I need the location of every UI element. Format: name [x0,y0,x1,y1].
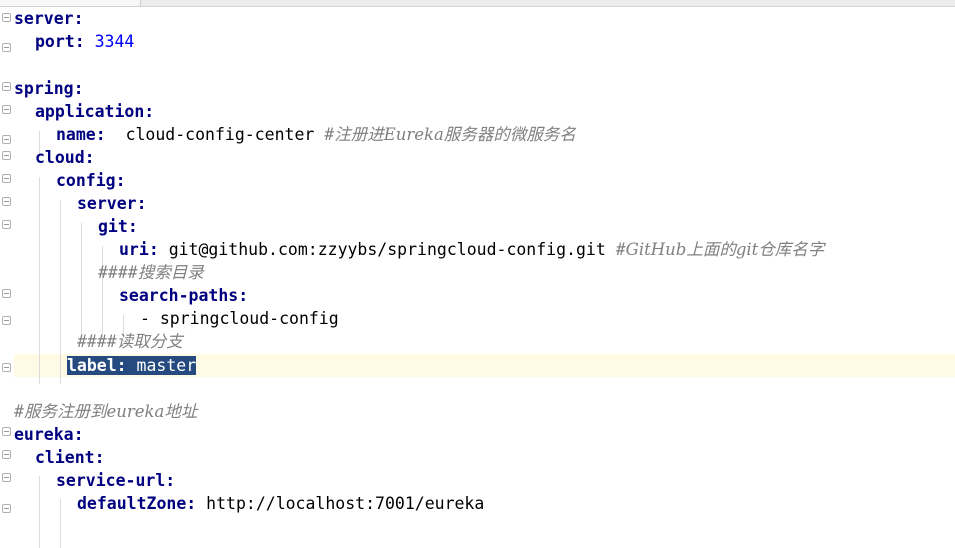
code-line[interactable]: service-url: [14,469,175,492]
comment-mark: # [605,240,626,259]
code-line[interactable]: #服务注册到eureka地址 [14,400,197,423]
fold-icon[interactable] [2,289,11,298]
yaml-colon: : [136,194,147,213]
yaml-value: cloud-config-center [125,125,315,144]
fold-icon[interactable] [2,450,11,459]
yaml-comment: 读取分支 [116,332,183,351]
yaml-colon: : [73,79,84,98]
yaml-key: eureka [14,425,74,444]
yaml-colon: : [115,171,126,190]
editor-tab-strip [0,0,955,7]
yaml-colon: : [186,494,207,513]
code-line[interactable]: ####读取分支 [14,330,183,353]
yaml-key: application [35,102,145,121]
code-line[interactable]: client: [14,446,105,469]
yaml-colon: : [116,356,137,375]
yaml-colon: : [165,471,176,490]
fold-icon[interactable] [2,363,11,372]
fold-icon[interactable] [2,13,11,22]
code-editor[interactable]: server: port: 3344 spring: application: … [14,7,955,548]
fold-icon[interactable] [2,427,11,436]
editor-tab[interactable] [0,0,141,7]
comment-mark: #### [98,263,138,282]
fold-icon[interactable] [2,197,11,206]
fold-icon[interactable] [2,151,11,160]
yaml-colon: : [127,217,138,236]
yaml-colon: : [238,286,249,305]
yaml-colon: : [73,425,84,444]
code-line[interactable]: search-paths: [14,284,248,307]
code-line[interactable]: git: [14,215,138,238]
yaml-key: defaultZone [77,494,187,513]
yaml-value: master [136,356,197,375]
yaml-colon: : [94,448,105,467]
yaml-key: service-url [56,471,166,490]
yaml-key: server [77,194,137,213]
yaml-number-value: 3344 [94,32,135,51]
yaml-key: spring [14,79,74,98]
code-line[interactable]: name: cloud-config-center #注册进Eureka服务器的… [14,123,576,146]
code-line[interactable]: uri: git@github.com:zzyybs/springcloud-c… [14,238,824,261]
yaml-key: port [35,32,75,51]
yaml-key: cloud [35,148,85,167]
fold-icon[interactable] [2,135,11,144]
fold-icon[interactable] [2,105,11,114]
code-line[interactable]: server: [14,192,147,215]
yaml-key: config [56,171,116,190]
yaml-key: name [56,125,96,144]
code-line[interactable]: server: [14,7,84,30]
comment-mark: #### [77,332,117,351]
code-line[interactable]: eureka: [14,423,84,446]
code-line[interactable]: ####搜索目录 [14,261,204,284]
code-line[interactable]: port: 3344 [14,30,134,53]
fold-icon[interactable] [2,473,11,482]
code-line[interactable]: - springcloud-config [14,307,339,330]
yaml-colon: : [73,9,84,28]
yaml-key: uri [119,240,149,259]
fold-icon[interactable] [2,220,11,229]
fold-icon[interactable] [2,504,11,513]
fold-icon[interactable] [2,316,11,325]
editor-gutter [0,7,14,548]
text-selection[interactable]: label: master [67,356,197,375]
yaml-value: http://localhost:7001/eureka [206,494,485,513]
yaml-key: git [98,217,128,236]
code-line[interactable]: spring: [14,77,84,100]
code-line[interactable]: defaultZone: http://localhost:7001/eurek… [14,492,484,515]
yaml-colon: : [95,125,126,144]
yaml-value: git@github.com:zzyybs/springcloud-config… [168,240,606,259]
yaml-comment: GitHub上面的git仓库名字 [625,240,825,259]
comment-mark: # [314,125,335,144]
code-line[interactable]: cloud: [14,146,95,169]
yaml-key: search-paths [119,286,239,305]
fold-icon[interactable] [2,43,11,52]
yaml-list-item: - springcloud-config [140,309,339,328]
yaml-comment: 搜索目录 [137,263,204,282]
yaml-colon: : [144,102,155,121]
yaml-colon: : [74,32,95,51]
yaml-comment: 注册进Eureka服务器的微服务名 [334,125,576,144]
code-line[interactable]: application: [14,100,154,123]
yaml-colon: : [148,240,169,259]
fold-icon[interactable] [2,82,11,91]
code-line[interactable]: label: master [14,354,197,377]
yaml-key: server [14,9,74,28]
code-line[interactable]: config: [14,169,126,192]
fold-icon[interactable] [2,174,11,183]
comment-mark: # [14,402,24,421]
yaml-key: label [67,356,117,375]
yaml-colon: : [84,148,95,167]
yaml-comment: 服务注册到eureka地址 [23,402,198,421]
yaml-key: client [35,448,95,467]
